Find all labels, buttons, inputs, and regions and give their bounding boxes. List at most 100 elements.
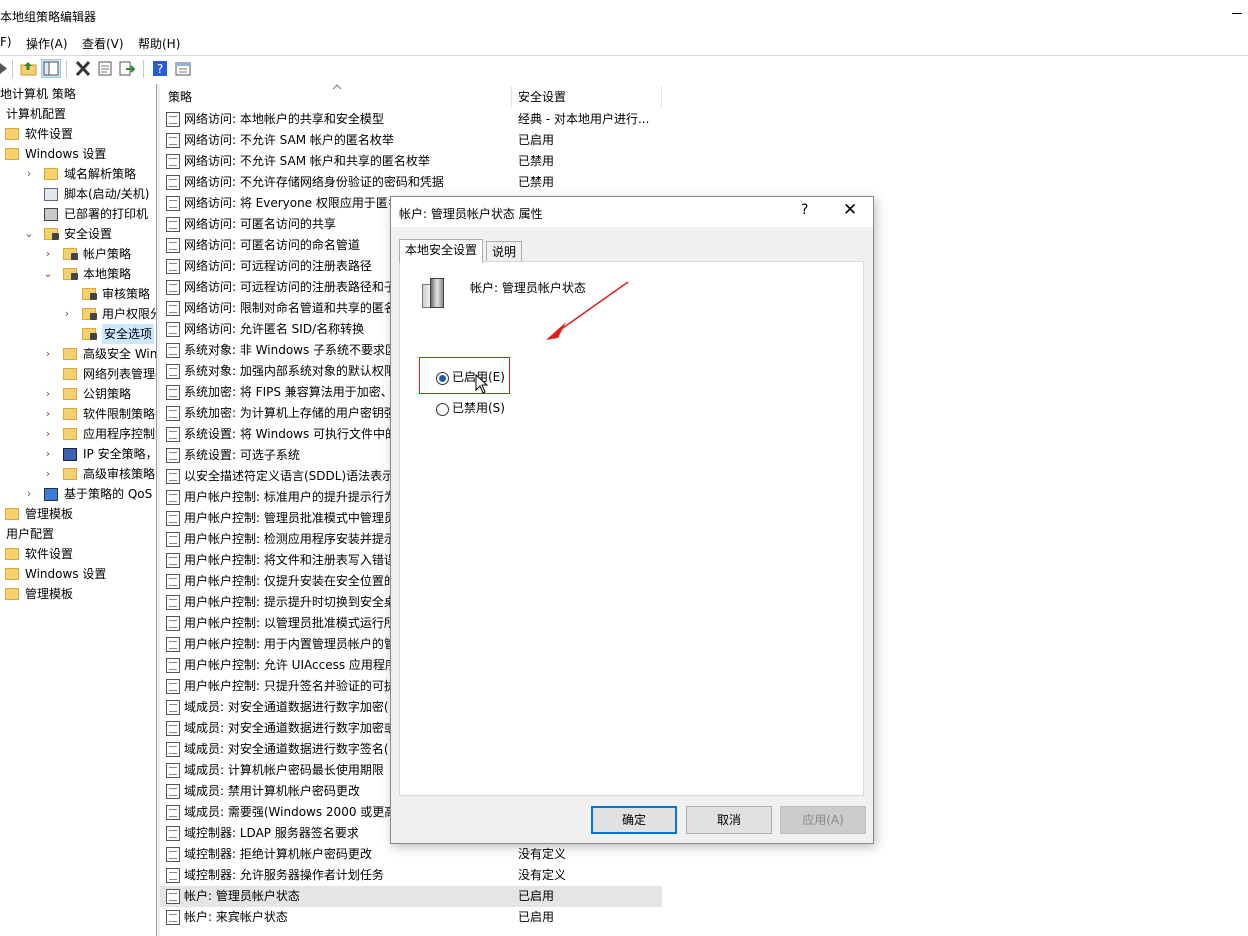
tree-item[interactable]: 已部署的打印机 [0,204,156,224]
tree-item[interactable]: 审核策略 [0,284,156,304]
tree-item-label: 软件设置 [25,127,74,141]
delete-icon[interactable] [74,60,92,77]
tree-item[interactable]: ⌄ 安全设置 [0,224,156,244]
policy-row[interactable]: 帐户: 来宾帐户状态 已启用 [160,907,662,928]
chevron-right-icon[interactable]: › [62,304,72,324]
export-list-icon[interactable] [118,60,136,77]
policy-row[interactable]: 网络访问: 不允许存储网络身份验证的密码和凭据 已禁用 [160,172,662,193]
policy-row[interactable]: 网络访问: 本地帐户的共享和安全模型 经典 - 对本地用户进行... [160,109,662,130]
shield-icon [63,448,77,461]
policy-icon [166,154,180,169]
close-icon[interactable]: ✕ [843,200,857,220]
tree-item[interactable]: 安全选项 [0,324,156,344]
chevron-right-icon[interactable]: › [43,424,53,444]
tree-item[interactable]: › 高级安全 Windows [0,344,156,364]
chevron-right-icon[interactable]: › [43,464,53,484]
policy-icon [166,784,180,799]
disabled-radio[interactable] [436,403,449,416]
cancel-button[interactable]: 取消 [686,806,772,834]
policy-row[interactable]: 网络访问: 不允许 SAM 帐户和共享的匿名枚举 已禁用 [160,151,662,172]
forward-arrow-icon[interactable] [0,60,18,77]
filter-view-icon[interactable] [174,60,192,77]
disabled-radio-label[interactable]: 已禁用(S) [452,399,505,416]
tree-item[interactable]: 用户配置 [0,524,156,544]
policy-icon [166,259,180,274]
policy-row[interactable]: 帐户: 管理员帐户状态 已启用 [160,886,662,907]
tree-item[interactable]: › 域名解析策略 [0,164,156,184]
folder-icon [63,408,77,420]
up-folder-icon[interactable] [20,60,38,77]
policy-row[interactable]: 域控制器: 允许服务器操作者计划任务 没有定义 [160,865,662,886]
chevron-right-icon[interactable]: › [43,244,53,264]
tree-item[interactable]: Windows 设置 [0,564,156,584]
chevron-down-icon[interactable]: ⌄ [43,264,53,284]
tree-item-label: 网络列表管理器策略 [83,367,156,381]
tree-item[interactable]: 管理模板 [0,504,156,524]
tree-item[interactable]: 计算机配置 [0,104,156,124]
tree-item-label: 管理模板 [25,587,74,601]
policy-name: 网络访问: 不允许存储网络身份验证的密码和凭据 [184,175,444,189]
column-policy[interactable]: 策略 [160,86,512,108]
tab-explain[interactable]: 说明 [486,241,523,262]
qos-chart-icon [44,488,58,501]
show-tree-icon[interactable] [41,59,61,78]
tree-item[interactable]: ⌄ 本地策略 [0,264,156,284]
minimize-icon[interactable] [1232,13,1242,14]
lock-icon [71,273,78,280]
tree-item[interactable]: 网络列表管理器策略 [0,364,156,384]
tree-item-label: 脚本(启动/关机) [64,187,150,201]
tree-item[interactable]: 软件设置 [0,544,156,564]
ok-button[interactable]: 确定 [591,806,677,834]
tree-item-label: 安全选项 [102,324,155,344]
chevron-right-icon[interactable]: › [43,384,53,404]
tree-item[interactable]: › 应用程序控制策略 [0,424,156,444]
tree-item[interactable]: › 基于策略的 QoS [0,484,156,504]
chevron-right-icon[interactable]: › [24,164,34,184]
toolbar-separator [12,60,13,78]
chevron-right-icon[interactable]: › [43,404,53,424]
policy-name: 域控制器: 拒绝计算机帐户密码更改 [184,847,372,861]
menu-file[interactable]: F) [0,35,12,49]
dialog-titlebar: 帐户: 管理员帐户状态 属性 ? ✕ [391,197,873,227]
tree-item[interactable]: › IP 安全策略，在 [0,444,156,464]
policy-icon [166,490,180,505]
chevron-right-icon[interactable]: › [43,444,53,464]
tree-item-label: 地计算机 策略 [0,87,76,101]
tab-local-security-setting[interactable]: 本地安全设置 [399,239,484,263]
menu-help[interactable]: 帮助(H) [138,35,180,52]
help-question-icon[interactable]: ? [801,202,808,218]
tree-item[interactable]: › 公钥策略 [0,384,156,404]
tree-item[interactable]: › 软件限制策略 [0,404,156,424]
tree-item[interactable]: › 帐户策略 [0,244,156,264]
chevron-right-icon[interactable]: › [43,344,53,364]
tree-item[interactable]: › 用户权限分配 [0,304,156,324]
menu-action[interactable]: 操作(A) [26,35,68,52]
policy-icon [166,763,180,778]
tree-item-label: 帐户策略 [83,247,132,261]
chevron-right-icon[interactable]: › [24,484,34,504]
tree-item[interactable]: 管理模板 [0,584,156,604]
column-security-setting[interactable]: 安全设置 [512,86,662,108]
tree-item[interactable]: › 高级审核策略配置 [0,464,156,484]
policy-setting: 已启用 [518,910,555,924]
list-header: 策略 安全设置 [160,86,662,108]
chevron-down-icon[interactable]: ⌄ [24,224,34,244]
policy-row[interactable]: 域控制器: 拒绝计算机帐户密码更改 没有定义 [160,844,662,865]
policy-icon [166,742,180,757]
tree-item-label: 高级审核策略配置 [83,467,156,481]
tree-item[interactable]: Windows 设置 [0,144,156,164]
enabled-radio[interactable] [436,372,449,385]
policy-icon [166,910,180,925]
policy-row[interactable]: 网络访问: 不允许 SAM 帐户的匿名枚举 已启用 [160,130,662,151]
policy-icon [166,637,180,652]
policy-setting: 已禁用 [518,175,555,189]
tree-item-label: 应用程序控制策略 [83,427,156,441]
tree-item[interactable]: 软件设置 [0,124,156,144]
tree-item[interactable]: 脚本(启动/关机) [0,184,156,204]
help-icon[interactable]: ? [151,60,169,77]
tree-item[interactable]: 地计算机 策略 [0,84,156,104]
properties-icon[interactable] [96,60,114,77]
policy-setting: 经典 - 对本地用户进行... [518,112,650,126]
apply-button[interactable]: 应用(A) [780,806,866,834]
menu-view[interactable]: 查看(V) [82,35,124,52]
